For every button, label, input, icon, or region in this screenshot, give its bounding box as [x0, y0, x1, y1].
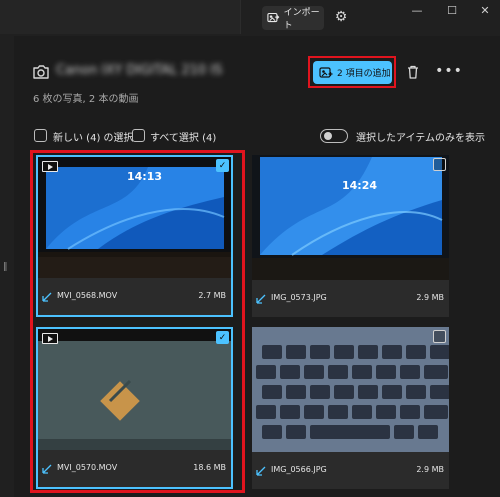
show-selected-label: 選択したアイテムのみを表示 — [356, 133, 485, 144]
media-card[interactable]: 14:24 IMG_0573.JPG 2.9 MB — [252, 155, 449, 317]
add-items-label: 2 項目の追加 — [337, 69, 391, 79]
import-icon — [267, 12, 280, 23]
card-footer: IMG_0573.JPG 2.9 MB — [252, 280, 449, 317]
add-to-library-icon — [319, 66, 333, 78]
add-items-button[interactable]: 2 項目の追加 — [313, 61, 392, 84]
more-icon[interactable]: ••• — [435, 62, 462, 80]
import-label: インポート — [283, 8, 320, 31]
camera-icon — [33, 65, 49, 79]
corner-icon — [256, 294, 266, 304]
title-area — [0, 0, 241, 34]
photo-thumbnail — [252, 327, 449, 452]
corner-icon — [256, 466, 266, 476]
highlight-outline — [30, 150, 245, 493]
select-checkbox[interactable] — [433, 330, 446, 343]
pane-resize-handle[interactable]: ‖ — [3, 262, 8, 272]
device-name: Canon IXY DIGITAL 210 IS — [56, 63, 223, 78]
photo-clock-text: 14:24 — [342, 179, 378, 192]
photo-thumbnail: 14:24 — [252, 155, 449, 280]
select-all-checkbox[interactable] — [132, 129, 145, 142]
file-size: 2.9 MB — [416, 293, 444, 302]
file-name: IMG_0566.JPG — [271, 465, 327, 474]
import-button[interactable]: インポート — [262, 6, 324, 31]
item-summary: 6 枚の写真, 2 本の動画 — [33, 94, 139, 105]
file-name: IMG_0573.JPG — [271, 293, 327, 302]
trash-icon[interactable] — [404, 63, 422, 81]
select-all-label: すべて選択 (4) — [150, 133, 217, 144]
maximize-icon[interactable]: ☐ — [437, 0, 467, 20]
minimize-icon[interactable]: — — [402, 0, 432, 20]
show-selected-toggle[interactable] — [320, 129, 348, 143]
gear-icon[interactable]: ⚙ — [331, 7, 351, 27]
select-new-checkbox[interactable] — [34, 129, 47, 142]
title-bar: インポート ⚙ — ☐ ✕ — [0, 0, 500, 36]
card-footer: IMG_0566.JPG 2.9 MB — [252, 452, 449, 489]
media-card[interactable]: IMG_0566.JPG 2.9 MB — [252, 327, 449, 489]
select-checkbox[interactable] — [433, 158, 446, 171]
select-new-label: 新しい (4) の選択 — [53, 133, 134, 144]
file-size: 2.9 MB — [416, 465, 444, 474]
close-icon[interactable]: ✕ — [470, 0, 500, 20]
